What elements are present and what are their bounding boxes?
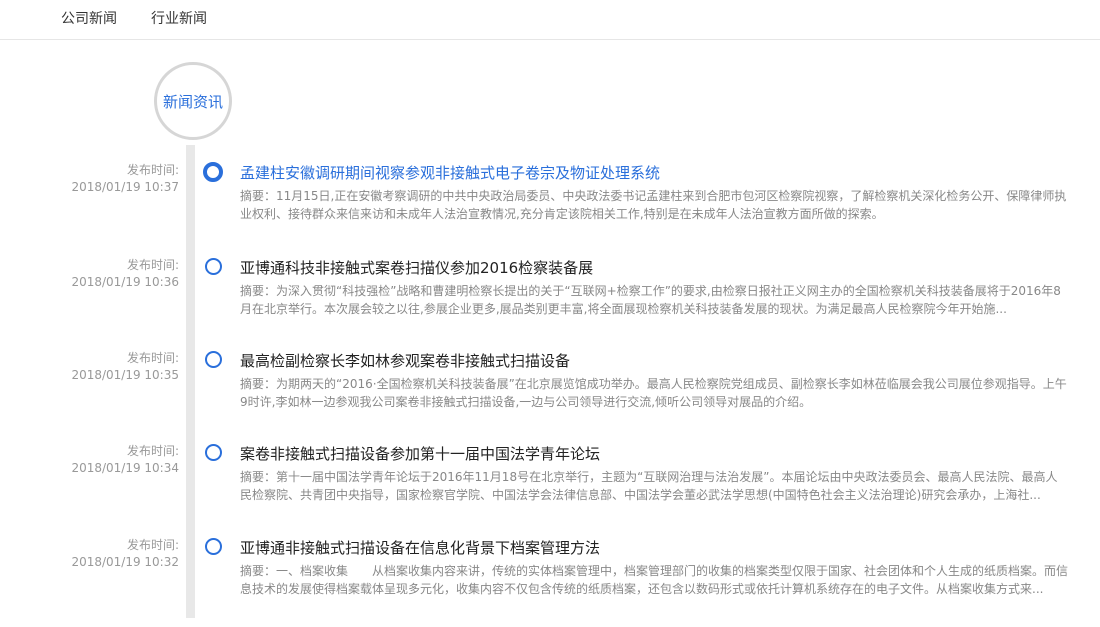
news-summary: 摘要：第十一届中国法学青年论坛于2016年11月18号在北京举行，主题为“互联网… bbox=[240, 470, 1058, 502]
top-nav: 公司新闻 行业新闻 bbox=[0, 0, 1100, 40]
publish-time-value: 2018/01/19 10:34 bbox=[71, 461, 179, 475]
publish-time: 发布时间: 2018/01/19 10:35 bbox=[71, 350, 179, 384]
publish-time-value: 2018/01/19 10:35 bbox=[71, 368, 179, 382]
publish-time-value: 2018/01/19 10:37 bbox=[71, 180, 179, 194]
news-summary: 摘要：一、档案收集 从档案收集内容来讲，传统的实体档案管理中，档案管理部门的收集… bbox=[240, 564, 1068, 596]
publish-time: 发布时间: 2018/01/19 10:37 bbox=[71, 162, 179, 196]
timeline-dot-icon bbox=[203, 162, 223, 182]
news-title-link[interactable]: 孟建柱安徽调研期间视察参观非接触式电子卷宗及物证处理系统 bbox=[240, 163, 1080, 183]
news-title-link[interactable]: 亚博通非接触式扫描设备在信息化背景下档案管理方法 bbox=[240, 538, 1080, 558]
news-summary: 摘要：为期两天的“2016·全国检察机关科技装备展”在北京展览馆成功举办。最高人… bbox=[240, 377, 1067, 409]
publish-time: 发布时间: 2018/01/19 10:34 bbox=[71, 443, 179, 477]
news-item[interactable]: 发布时间: 2018/01/19 10:37 孟建柱安徽调研期间视察参观非接触式… bbox=[0, 162, 1100, 252]
news-title-link[interactable]: 亚博通科技非接触式案卷扫描仪参加2016检察装备展 bbox=[240, 258, 1080, 278]
publish-time-label: 发布时间: bbox=[126, 351, 179, 365]
timeline-dot-icon bbox=[205, 538, 222, 555]
news-summary: 摘要：为深入贯彻“科技强检”战略和曹建明检察长提出的关于“互联网+检察工作”的要… bbox=[240, 284, 1061, 316]
publish-time: 发布时间: 2018/01/19 10:32 bbox=[71, 537, 179, 571]
section-title: 新闻资讯 bbox=[162, 92, 223, 111]
tab-company-news[interactable]: 公司新闻 bbox=[61, 10, 117, 28]
section-title-badge: 新闻资讯 bbox=[154, 62, 232, 140]
publish-time-label: 发布时间: bbox=[126, 163, 179, 177]
timeline-dot-icon bbox=[205, 444, 222, 461]
news-item[interactable]: 发布时间: 2018/01/19 10:36 亚博通科技非接触式案卷扫描仪参加2… bbox=[0, 257, 1100, 347]
news-item[interactable]: 发布时间: 2018/01/19 10:32 亚博通非接触式扫描设备在信息化背景… bbox=[0, 537, 1100, 627]
publish-time-value: 2018/01/19 10:32 bbox=[71, 555, 179, 569]
publish-time-label: 发布时间: bbox=[126, 538, 179, 552]
news-summary: 摘要：11月15日,正在安徽考察调研的中共中央政治局委员、中央政法委书记孟建柱来… bbox=[240, 189, 1067, 221]
timeline-dot-icon bbox=[205, 351, 222, 368]
tab-industry-news[interactable]: 行业新闻 bbox=[151, 10, 207, 28]
publish-time-value: 2018/01/19 10:36 bbox=[71, 275, 179, 289]
timeline-rail bbox=[186, 145, 195, 618]
timeline-dot-icon bbox=[205, 258, 222, 275]
news-item[interactable]: 发布时间: 2018/01/19 10:35 最高检副检察长李如林参观案卷非接触… bbox=[0, 350, 1100, 440]
news-item[interactable]: 发布时间: 2018/01/19 10:34 案卷非接触式扫描设备参加第十一届中… bbox=[0, 443, 1100, 533]
news-title-link[interactable]: 最高检副检察长李如林参观案卷非接触式扫描设备 bbox=[240, 351, 1080, 371]
news-title-link[interactable]: 案卷非接触式扫描设备参加第十一届中国法学青年论坛 bbox=[240, 444, 1080, 464]
publish-time: 发布时间: 2018/01/19 10:36 bbox=[71, 257, 179, 291]
publish-time-label: 发布时间: bbox=[126, 258, 179, 272]
publish-time-label: 发布时间: bbox=[126, 444, 179, 458]
